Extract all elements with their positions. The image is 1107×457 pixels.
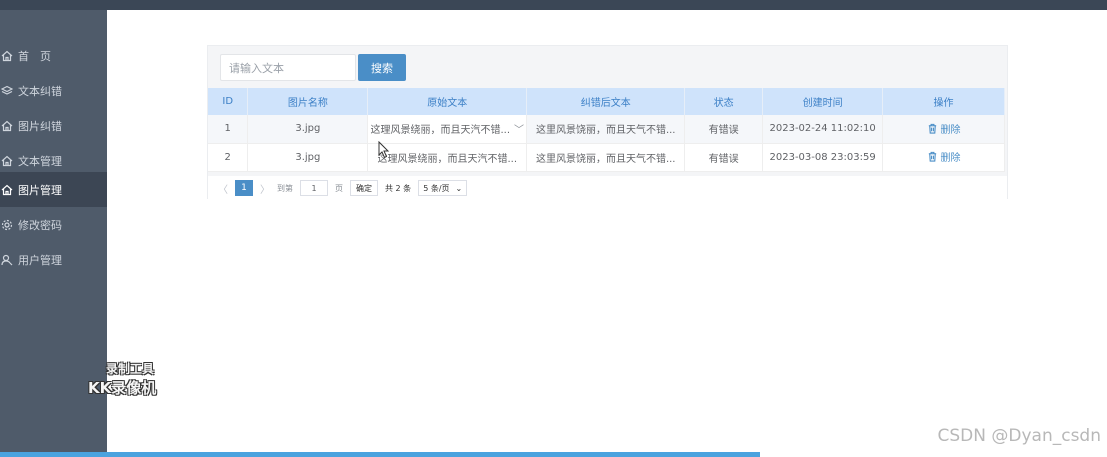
sidebar-item-label: 修改密码 bbox=[18, 218, 62, 232]
next-page-icon[interactable]: 〉 bbox=[260, 181, 270, 196]
recorder-watermark: 录制工具 KK录像机 bbox=[88, 360, 156, 398]
delete-button[interactable]: 删除 bbox=[927, 121, 961, 136]
sidebar-item-label: 文本管理 bbox=[18, 154, 62, 168]
user-search-icon bbox=[0, 253, 14, 267]
goto-page-input[interactable]: 1 bbox=[300, 180, 328, 196]
goto-confirm-button[interactable]: 确定 bbox=[350, 180, 378, 196]
sidebar-item-home[interactable]: 首 页 bbox=[0, 38, 107, 73]
col-header-status: 状态 bbox=[684, 88, 764, 115]
cell-created: 2023-02-24 11:02:10 bbox=[762, 115, 884, 144]
page-number-current[interactable]: 1 bbox=[235, 180, 253, 196]
col-header-id: ID bbox=[208, 88, 249, 115]
col-header-created: 创建时间 bbox=[762, 88, 884, 115]
cell-status: 有错误 bbox=[684, 143, 764, 172]
sidebar-item-text-correction[interactable]: 文本纠错 bbox=[0, 73, 107, 108]
cell-created: 2023-03-08 23:03:59 bbox=[762, 143, 884, 172]
recorder-watermark-line1: 录制工具 bbox=[106, 362, 155, 376]
search-input[interactable]: 请输入文本 bbox=[220, 54, 356, 81]
cell-corrected: 这里风景饶丽，而且天气不错... bbox=[526, 143, 686, 172]
image-management-panel: 请输入文本 搜索 ID 图片名称 原始文本 纠错后文本 状态 创建时间 操作 1… bbox=[207, 45, 1008, 200]
col-header-name: 图片名称 bbox=[247, 88, 369, 115]
table-header-row: ID 图片名称 原始文本 纠错后文本 状态 创建时间 操作 bbox=[208, 88, 1005, 115]
table-row[interactable]: 2 3.jpg 这理风景绕丽，而且天汽不错... 这里风景饶丽，而且天气不错..… bbox=[208, 143, 1005, 172]
table-row[interactable]: 1 3.jpg 这理风景绕丽，而且天汽不错... ﹀ 这里风景饶丽，而且天气不错.… bbox=[208, 115, 1005, 144]
total-count: 共 2 条 bbox=[385, 183, 412, 193]
trash-icon bbox=[928, 123, 936, 134]
home-icon bbox=[0, 49, 14, 63]
sidebar-item-image-management[interactable]: 图片管理 bbox=[0, 172, 107, 207]
recorder-watermark-line2: KK录像机 bbox=[88, 379, 157, 397]
sidebar-item-label: 首 页 bbox=[18, 49, 51, 63]
bottom-progress-bar bbox=[0, 452, 760, 457]
delete-label: 删除 bbox=[940, 153, 961, 164]
csdn-watermark: CSDN @Dyan_csdn bbox=[937, 426, 1101, 446]
cell-action: 删除 bbox=[882, 115, 1005, 144]
cell-id: 1 bbox=[208, 115, 249, 144]
mouse-cursor-icon bbox=[378, 141, 390, 159]
home-icon bbox=[0, 119, 14, 133]
cell-original[interactable]: 这理风景绕丽，而且天汽不错... ﹀ bbox=[367, 115, 528, 144]
cell-name: 3.jpg bbox=[247, 143, 369, 172]
delete-button[interactable]: 删除 bbox=[927, 149, 961, 164]
top-bar bbox=[0, 0, 1107, 10]
cell-id: 2 bbox=[208, 143, 249, 172]
page-size-value: 5 条/页 bbox=[423, 183, 450, 193]
col-header-corrected: 纠错后文本 bbox=[526, 88, 686, 115]
col-header-action: 操作 bbox=[882, 88, 1005, 115]
chevron-down-icon: ⌄ bbox=[455, 183, 463, 193]
page-size-select[interactable]: 5 条/页 ⌄ bbox=[418, 180, 468, 196]
image-table: ID 图片名称 原始文本 纠错后文本 状态 创建时间 操作 1 3.jpg 这理… bbox=[208, 88, 1005, 172]
sidebar-item-label: 用户管理 bbox=[18, 253, 62, 267]
pagination: 〈 1 〉 到第 1 页 确定 共 2 条 5 条/页 ⌄ bbox=[208, 176, 1007, 200]
sidebar-item-label: 文本纠错 bbox=[18, 84, 62, 98]
trash-icon bbox=[928, 151, 936, 162]
sidebar-item-label: 图片管理 bbox=[18, 183, 62, 197]
col-header-original: 原始文本 bbox=[367, 88, 528, 115]
cell-original: 这理风景绕丽，而且天汽不错... bbox=[367, 143, 528, 172]
cell-action: 删除 bbox=[882, 143, 1005, 172]
cell-original-text: 这理风景绕丽，而且天汽不错... bbox=[370, 125, 511, 137]
page-unit-label: 页 bbox=[335, 183, 343, 193]
cell-corrected: 这里风景饶丽，而且天气不错... bbox=[526, 115, 686, 144]
sidebar-item-image-correction[interactable]: 图片纠错 bbox=[0, 108, 107, 143]
chevron-down-icon[interactable]: ﹀ bbox=[514, 121, 524, 136]
gear-icon bbox=[0, 218, 14, 232]
prev-page-icon[interactable]: 〈 bbox=[218, 181, 228, 196]
sidebar-item-label: 图片纠错 bbox=[18, 119, 62, 133]
cell-status: 有错误 bbox=[684, 115, 764, 144]
home-icon bbox=[0, 183, 14, 197]
search-button[interactable]: 搜索 bbox=[358, 54, 406, 81]
cell-original-text: 这理风景绕丽，而且天汽不错... bbox=[377, 153, 518, 165]
sidebar-item-change-password[interactable]: 修改密码 bbox=[0, 207, 107, 242]
delete-label: 删除 bbox=[940, 124, 961, 136]
sidebar-item-user-management[interactable]: 用户管理 bbox=[0, 242, 107, 277]
goto-label: 到第 bbox=[277, 183, 293, 193]
layers-icon bbox=[0, 84, 14, 98]
home-icon bbox=[0, 154, 14, 168]
cell-name: 3.jpg bbox=[247, 115, 369, 144]
